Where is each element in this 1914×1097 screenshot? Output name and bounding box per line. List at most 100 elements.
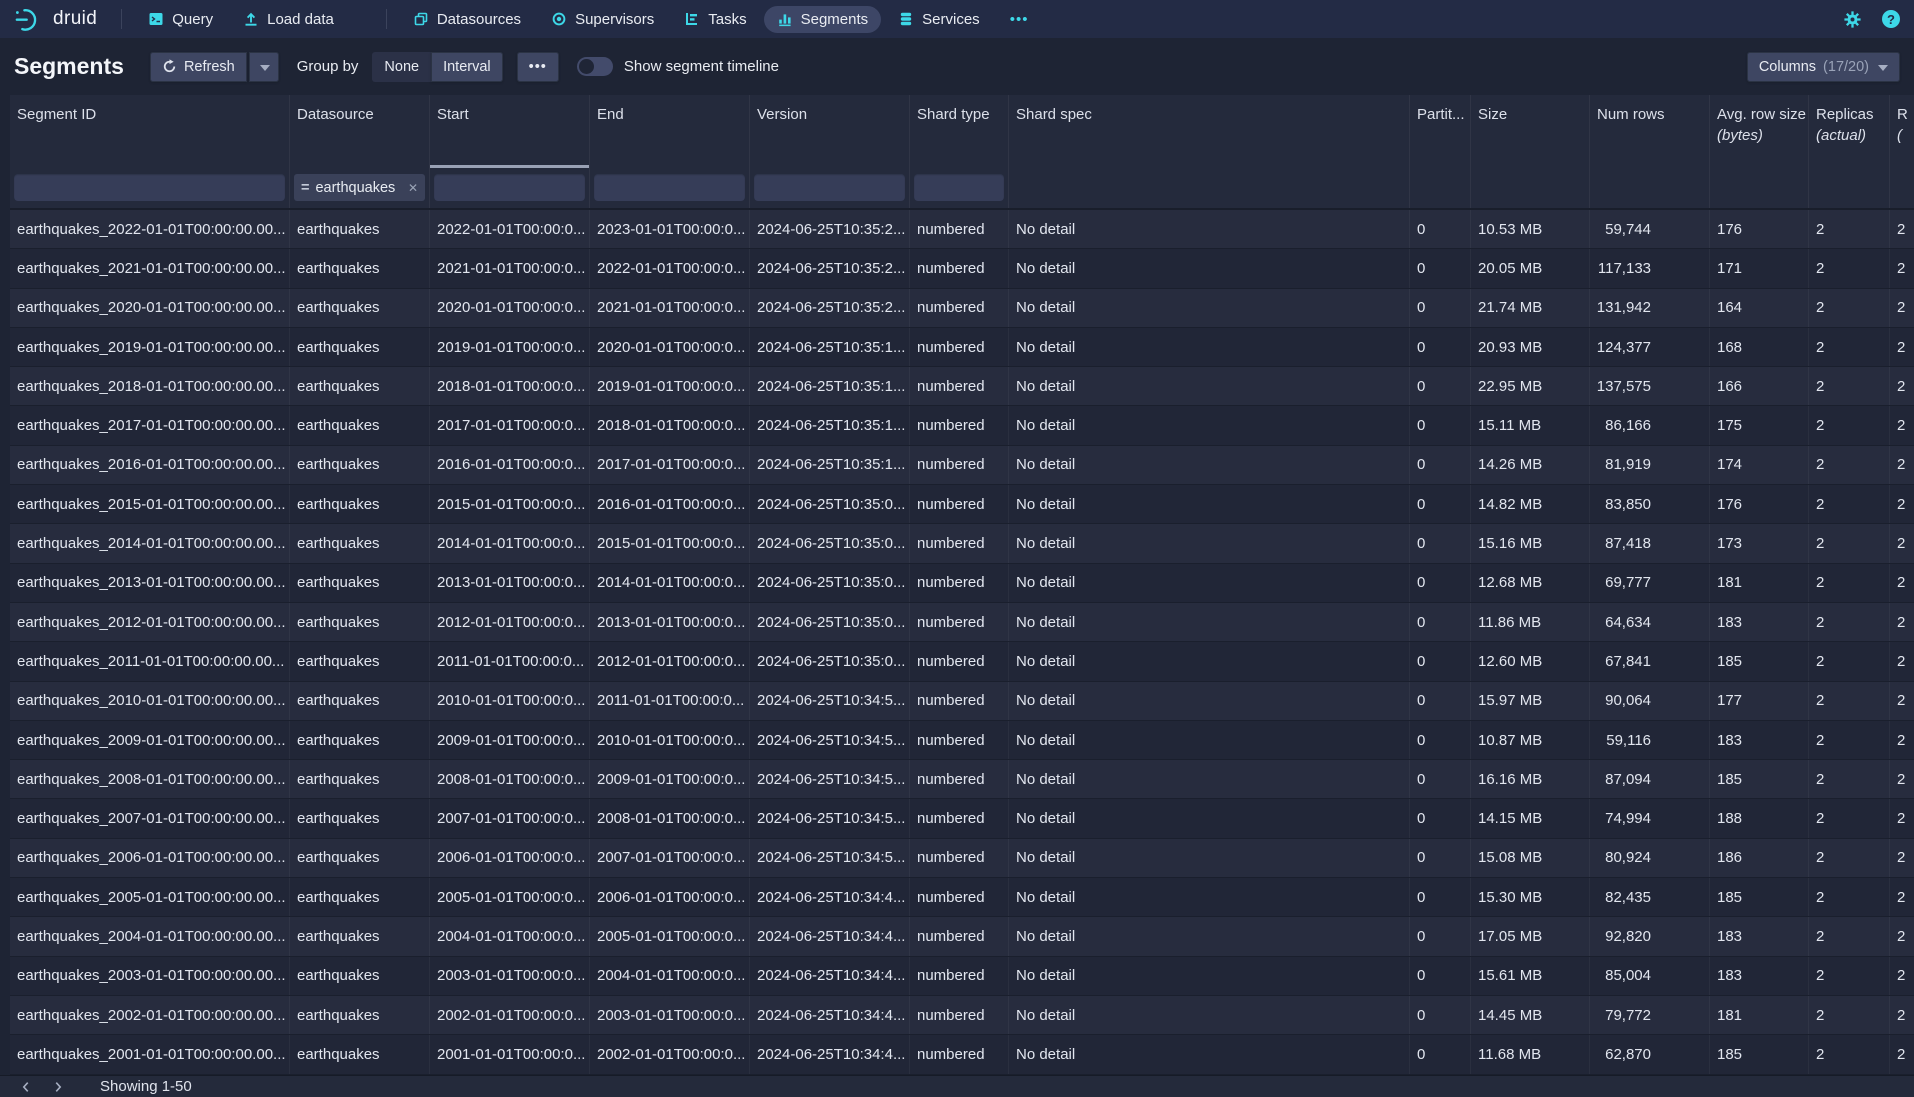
cell-size[interactable]: 12.60 MB [1471,642,1590,680]
table-row[interactable]: earthquakes_2003-01-01T00:00:00.00...ear… [10,957,1914,996]
cell-end[interactable]: 2006-01-01T00:00:0... [590,878,750,916]
cell-size[interactable]: 15.16 MB [1471,524,1590,562]
cell-replicas[interactable]: 2 [1809,328,1890,366]
cell-start[interactable]: 2022-01-01T00:00:0... [430,210,590,248]
cell-replication[interactable]: 2 [1890,367,1914,405]
cell-datasource[interactable]: earthquakes [290,289,430,327]
cell-avg_row_size[interactable]: 177 [1710,682,1809,720]
table-row[interactable]: earthquakes_2008-01-01T00:00:00.00...ear… [10,760,1914,799]
cell-replication[interactable]: 2 [1890,996,1914,1034]
cell-shard_type[interactable]: numbered [910,917,1009,955]
cell-datasource[interactable]: earthquakes [290,996,430,1034]
cell-start[interactable]: 2014-01-01T00:00:0... [430,524,590,562]
cell-num_rows[interactable]: 87,418 [1590,524,1710,562]
cell-size[interactable]: 12.68 MB [1471,564,1590,602]
table-row[interactable]: earthquakes_2018-01-01T00:00:00.00...ear… [10,367,1914,406]
table-row[interactable]: earthquakes_2004-01-01T00:00:00.00...ear… [10,917,1914,956]
cell-size[interactable]: 14.15 MB [1471,799,1590,837]
header-cell-num_rows[interactable]: Num rows [1590,95,1710,168]
cell-shard_spec[interactable]: No detail [1009,603,1410,641]
cell-start[interactable]: 2016-01-01T00:00:0... [430,446,590,484]
cell-replication[interactable]: 2 [1890,328,1914,366]
table-row[interactable]: earthquakes_2006-01-01T00:00:00.00...ear… [10,839,1914,878]
cell-end[interactable]: 2023-01-01T00:00:0... [590,210,750,248]
cell-num_rows[interactable]: 79,772 [1590,996,1710,1034]
cell-end[interactable]: 2005-01-01T00:00:0... [590,917,750,955]
prev-page-button[interactable] [10,1078,42,1096]
nav-item-tasks[interactable]: Tasks [682,6,748,33]
cell-partition[interactable]: 0 [1410,485,1471,523]
cell-size[interactable]: 15.97 MB [1471,682,1590,720]
cell-partition[interactable]: 0 [1410,406,1471,444]
cell-end[interactable]: 2022-01-01T00:00:0... [590,249,750,287]
cell-partition[interactable]: 0 [1410,446,1471,484]
cell-shard_spec[interactable]: No detail [1009,406,1410,444]
cell-shard_spec[interactable]: No detail [1009,564,1410,602]
cell-shard_type[interactable]: numbered [910,249,1009,287]
cell-replication[interactable]: 2 [1890,603,1914,641]
cell-id[interactable]: earthquakes_2009-01-01T00:00:00.00... [10,721,290,759]
cell-version[interactable]: 2024-06-25T10:35:0... [750,642,910,680]
cell-replication[interactable]: 2 [1890,210,1914,248]
cell-id[interactable]: earthquakes_2011-01-01T00:00:00.00... [10,642,290,680]
cell-avg_row_size[interactable]: 164 [1710,289,1809,327]
cell-end[interactable]: 2003-01-01T00:00:0... [590,996,750,1034]
table-row[interactable]: earthquakes_2017-01-01T00:00:00.00...ear… [10,406,1914,445]
cell-start[interactable]: 2007-01-01T00:00:0... [430,799,590,837]
table-row[interactable]: earthquakes_2020-01-01T00:00:00.00...ear… [10,289,1914,328]
cell-datasource[interactable]: earthquakes [290,603,430,641]
cell-version[interactable]: 2024-06-25T10:35:0... [750,603,910,641]
cell-replication[interactable]: 2 [1890,249,1914,287]
cell-replication[interactable]: 2 [1890,485,1914,523]
cell-replicas[interactable]: 2 [1809,760,1890,798]
cell-num_rows[interactable]: 87,094 [1590,760,1710,798]
cell-datasource[interactable]: earthquakes [290,406,430,444]
cell-end[interactable]: 2021-01-01T00:00:0... [590,289,750,327]
cell-id[interactable]: earthquakes_2002-01-01T00:00:00.00... [10,996,290,1034]
cell-partition[interactable]: 0 [1410,210,1471,248]
cell-num_rows[interactable]: 67,841 [1590,642,1710,680]
cell-size[interactable]: 14.45 MB [1471,996,1590,1034]
toolbar-more-button[interactable]: ••• [517,52,559,82]
cell-shard_spec[interactable]: No detail [1009,839,1410,877]
cell-replicas[interactable]: 2 [1809,249,1890,287]
cell-replication[interactable]: 2 [1890,839,1914,877]
cell-end[interactable]: 2020-01-01T00:00:0... [590,328,750,366]
cell-replication[interactable]: 2 [1890,446,1914,484]
cell-shard_type[interactable]: numbered [910,328,1009,366]
cell-shard_type[interactable]: numbered [910,682,1009,720]
cell-start[interactable]: 2019-01-01T00:00:0... [430,328,590,366]
cell-shard_type[interactable]: numbered [910,406,1009,444]
cell-start[interactable]: 2006-01-01T00:00:0... [430,839,590,877]
cell-num_rows[interactable]: 74,994 [1590,799,1710,837]
cell-replicas[interactable]: 2 [1809,406,1890,444]
cell-shard_spec[interactable]: No detail [1009,249,1410,287]
cell-shard_type[interactable]: numbered [910,524,1009,562]
cell-shard_type[interactable]: numbered [910,799,1009,837]
cell-shard_type[interactable]: numbered [910,1035,1009,1073]
cell-replicas[interactable]: 2 [1809,996,1890,1034]
cell-avg_row_size[interactable]: 166 [1710,367,1809,405]
cell-replicas[interactable]: 2 [1809,524,1890,562]
table-row[interactable]: earthquakes_2013-01-01T00:00:00.00...ear… [10,564,1914,603]
cell-id[interactable]: earthquakes_2018-01-01T00:00:00.00... [10,367,290,405]
cell-size[interactable]: 17.05 MB [1471,917,1590,955]
cell-replication[interactable]: 2 [1890,564,1914,602]
cell-size[interactable]: 21.74 MB [1471,289,1590,327]
cell-size[interactable]: 15.08 MB [1471,839,1590,877]
cell-num_rows[interactable]: 82,435 [1590,878,1710,916]
cell-partition[interactable]: 0 [1410,603,1471,641]
cell-datasource[interactable]: earthquakes [290,878,430,916]
table-row[interactable]: earthquakes_2002-01-01T00:00:00.00...ear… [10,996,1914,1035]
header-cell-size[interactable]: Size [1471,95,1590,168]
cell-avg_row_size[interactable]: 171 [1710,249,1809,287]
cell-shard_spec[interactable]: No detail [1009,210,1410,248]
cell-partition[interactable]: 0 [1410,878,1471,916]
cell-start[interactable]: 2011-01-01T00:00:0... [430,642,590,680]
cell-avg_row_size[interactable]: 185 [1710,878,1809,916]
cell-shard_spec[interactable]: No detail [1009,642,1410,680]
cell-id[interactable]: earthquakes_2017-01-01T00:00:00.00... [10,406,290,444]
cell-replicas[interactable]: 2 [1809,1035,1890,1073]
header-cell-id[interactable]: Segment ID [10,95,290,168]
cell-size[interactable]: 16.16 MB [1471,760,1590,798]
